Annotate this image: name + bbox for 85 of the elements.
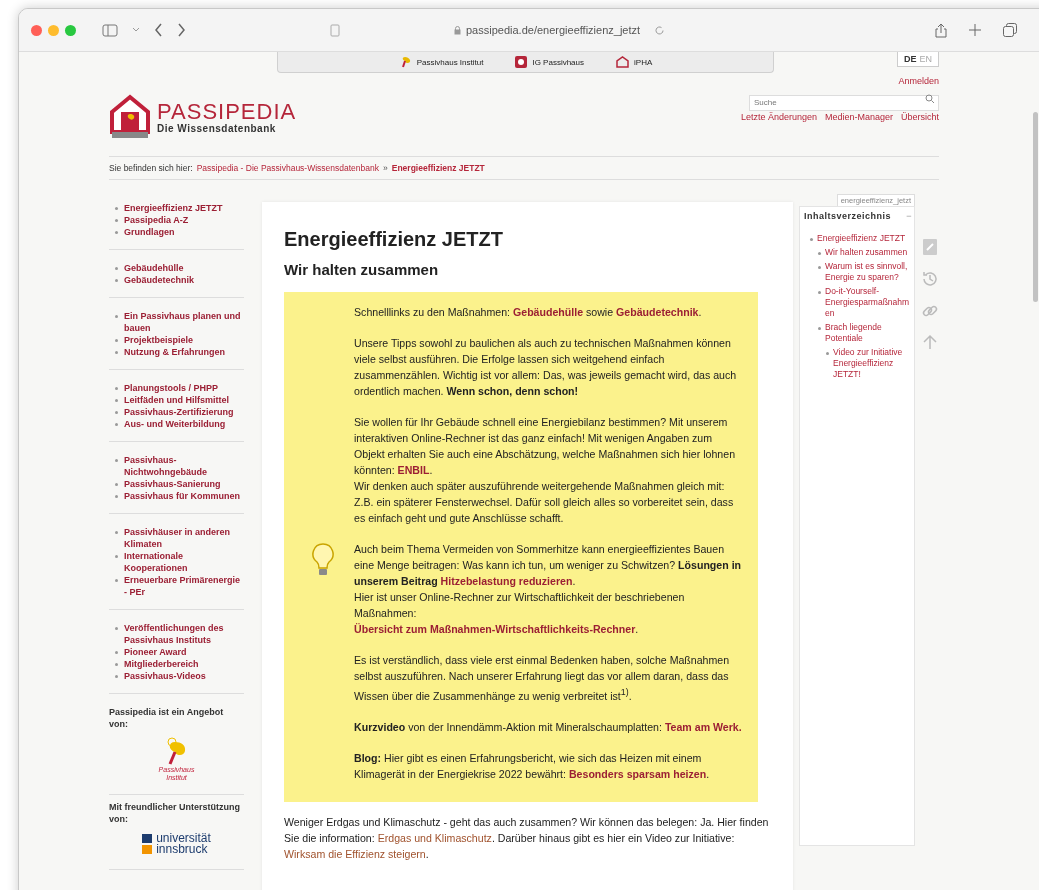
partner-link[interactable]: Passivhaus Institut <box>398 56 484 68</box>
new-tab-icon[interactable] <box>969 24 981 36</box>
text-link[interactable]: Übersicht zum Maßnahmen-Wirtschaftlichkeits-Rechner <box>354 623 636 635</box>
paragraph: Weniger Erdgas und Klimaschutz - geht das auch zusammen? Wir können das belegen: Ja. Hier finden Sie die information: Erdgas und Klimaschutz. Darüber hinaus gibt es hier ein Video zur Initiative: Wirksam die Effizienz steigern. <box>284 814 770 862</box>
sidebar-link[interactable]: Passivhaus für Kommunen <box>115 490 244 502</box>
tabs-overview-icon[interactable] <box>1003 23 1017 37</box>
logo-title: PASSIPEDIA <box>157 100 297 123</box>
tool-link[interactable]: Übersicht <box>901 112 939 122</box>
page-title: Energieeffizienz JETZT <box>284 228 504 251</box>
partner-link[interactable]: IG Passivhaus <box>515 56 584 68</box>
text-link[interactable]: Erdgas und Klimaschutz <box>377 831 492 844</box>
back-icon[interactable] <box>154 23 163 37</box>
sidebar-link[interactable]: Gebäudetechnik <box>115 274 244 286</box>
paragraph: Blog: Hier gibt es einen Erfahrungsbericht, wie sich das Heizen mit einem Klimagerät in der Energiekrise 2022 bewährt: Besonders sparsam heizen. <box>354 750 711 782</box>
edit-page-icon[interactable] <box>922 238 938 256</box>
breadcrumb-link[interactable]: Energieeffizienz JETZT <box>391 163 485 173</box>
toc-link[interactable]: Do-it-Yourself-Energiesparmaßnahmen <box>818 286 912 319</box>
search-icon[interactable] <box>925 94 935 104</box>
address-field[interactable]: passipedia.de/energieeffizienz_jetzt <box>454 24 641 36</box>
sponsor-label: Passipedia ist ein Angebot von: <box>109 706 225 730</box>
university-logo[interactable]: universität innsbruck <box>109 833 244 855</box>
lightbulb-icon <box>312 543 334 577</box>
search-field[interactable]: Suche <box>749 94 939 111</box>
minimize-window-button[interactable] <box>48 24 59 36</box>
scrollbar-thumb[interactable] <box>1033 112 1038 302</box>
sidebar-link[interactable]: Ein Passivhaus planen und bauen <box>115 310 244 334</box>
lock-icon <box>454 25 461 35</box>
breadcrumb-link[interactable]: Passipedia - Die Passivhaus-Wissensdatenbank <box>196 163 379 173</box>
sidebar-link[interactable]: Nutzung & Erfahrungen <box>115 346 244 358</box>
text-link[interactable]: Team am Werk. <box>664 720 742 733</box>
chevron-down-icon[interactable] <box>132 27 140 33</box>
breadcrumb-separator: » <box>383 163 388 173</box>
share-icon[interactable] <box>935 22 947 38</box>
sidebar-icon[interactable] <box>102 23 118 37</box>
sidebar-link[interactable]: Passivhaus-Zertifizierung <box>115 406 244 418</box>
sidebar-link[interactable]: Planungstools / PHPP <box>115 382 244 394</box>
sidebar-link[interactable]: Mitgliederbereich <box>115 658 244 670</box>
paragraph: Unsere Tipps sowohl zu baulichen als auch zu technischen Maßnahmen können viele selbst ausführen. Die Erfolge lassen sich weitgehend einfach zusammenzählen. Wichtig ist vor allem: Das, was jeweils gemacht wird, das auch ordentlich machen. Wenn schon, denn schon! <box>354 336 738 399</box>
reload-icon[interactable] <box>654 24 666 36</box>
paragraph: Es ist verständlich, dass viele erst einmal Bedenken haben, solche Maßnahmen selbst auszuführen. Nach unserer Erfahrung liegt das vor allem daran, dass das Wissen über die Zusammenhänge zu wenig verbreitet ist$^{1)}$. <box>354 653 731 704</box>
text-link[interactable]: Wirksam die Effizienz steigern <box>284 847 426 860</box>
sidebar-link[interactable]: Gebäudehülle <box>115 262 244 274</box>
sidebar-link[interactable]: Veröffentlichungen des Passivhaus Instituts <box>115 622 244 646</box>
login-link[interactable]: Anmelden <box>898 76 939 86</box>
paragraph: Kurzvideo von der Innendämm-Aktion mit Mineralschaumplatten: Team am Werk. <box>354 719 742 735</box>
sidebar-link[interactable]: Passivhäuser in anderen Klimaten <box>115 526 244 550</box>
sponsor-label: Mit freundlicher Unterstützung von: <box>109 801 241 825</box>
passipedia-logo-icon <box>109 94 151 140</box>
section-heading: Wir halten zusammen <box>284 261 440 278</box>
text-link[interactable]: Gebäudehülle <box>513 306 584 318</box>
page-icon[interactable] <box>330 23 340 37</box>
sidebar-link[interactable]: Energieeffizienz JETZT <box>115 202 244 214</box>
history-icon[interactable] <box>921 270 939 288</box>
toc-link[interactable]: Brach liegende Potentiale <box>818 322 912 344</box>
sidebar-link[interactable]: Passipedia A-Z <box>115 214 244 226</box>
sidebar-link[interactable]: Passivhaus-Sanierung <box>115 478 244 490</box>
logo-subtitle: Die Wissensdatenbank <box>157 122 277 134</box>
sidebar-link[interactable]: Erneuerbare Primärenergie - PEr <box>115 574 244 598</box>
close-window-button[interactable] <box>31 24 42 36</box>
toc-link[interactable]: Warum ist es sinnvoll, Energie zu sparen? <box>818 261 912 283</box>
sidebar-link[interactable]: Grundlagen <box>115 226 244 238</box>
toc-link[interactable]: Video zur Initiative Energieeffizienz JETZT! <box>826 347 912 380</box>
zoom-window-button[interactable] <box>65 24 76 36</box>
toc-link[interactable]: Wir halten zusammen <box>818 247 908 258</box>
breadcrumb-label: Sie befinden sich hier: <box>109 163 193 173</box>
logo-icon <box>515 56 528 68</box>
sidebar-link[interactable]: Passivhaus-Nichtwohngebäude <box>115 454 244 478</box>
language-link[interactable]: DE <box>903 54 917 64</box>
sidebar-link[interactable]: Pioneer Award <box>115 646 244 658</box>
forward-icon[interactable] <box>177 23 186 37</box>
tool-link[interactable]: Medien-Manager <box>824 112 893 122</box>
paragraph: Schnelllinks zu den Maßnahmen: Gebäudehülle sowie Gebäudetechnik. <box>354 305 702 320</box>
sidebar-link[interactable]: Aus- und Weiterbildung <box>115 418 244 430</box>
sidebar-link[interactable]: Internationale Kooperationen <box>115 550 244 574</box>
paragraph: Auch beim Thema Vermeiden von Sommerhitze kann energieeffizientes Bauen eine Menge beitragen: Was kann ich tun, um weniger zu Schwitzen? Lösungen in unserem Beitrag Hitzebelastung reduzieren. Hier ist unser Online-Rechner zur Wirtschaftlichkeit der beschriebenen Maßnahmen: Übersicht zum Maßnahmen-Wirtschaftlichkeits-Rechner. <box>354 542 743 637</box>
back-to-top-icon[interactable] <box>923 334 937 350</box>
paragraph: Sie wollen für Ihr Gebäude schnell eine Energiebilanz bestimmen? Mit unserem interaktiven Online-Rechner ist das ganz einfach! Mit wenigen Angaben zum Objekt erhalten Sie auch eine Abschätzung, welche Maßnahmen sich hier lohnen könnten: ENBIL. Wir denken auch später auszuführende weitergehende Maßnahmen gleich mit: Z.B. ein späterer Fensterwechsel. Dafür soll gleich alles so vorbereitet sein, dass es einfach geht und gute Anschlüsse schafft. <box>354 415 737 526</box>
sidebar-link[interactable]: Projektbeispiele <box>115 334 244 346</box>
house-icon <box>616 56 629 68</box>
toc-title: Inhaltsverzeichnis <box>804 211 893 221</box>
toc-link[interactable]: Energieeffizienz JETZT <box>810 233 906 244</box>
sidebar-link[interactable]: Leitfäden und Hilfsmittel <box>115 394 244 406</box>
partner-link[interactable]: iPHA <box>616 56 653 68</box>
tool-link[interactable]: Letzte Änderungen <box>740 112 817 122</box>
sidebar-link[interactable]: Passivhaus-Videos <box>115 670 244 682</box>
